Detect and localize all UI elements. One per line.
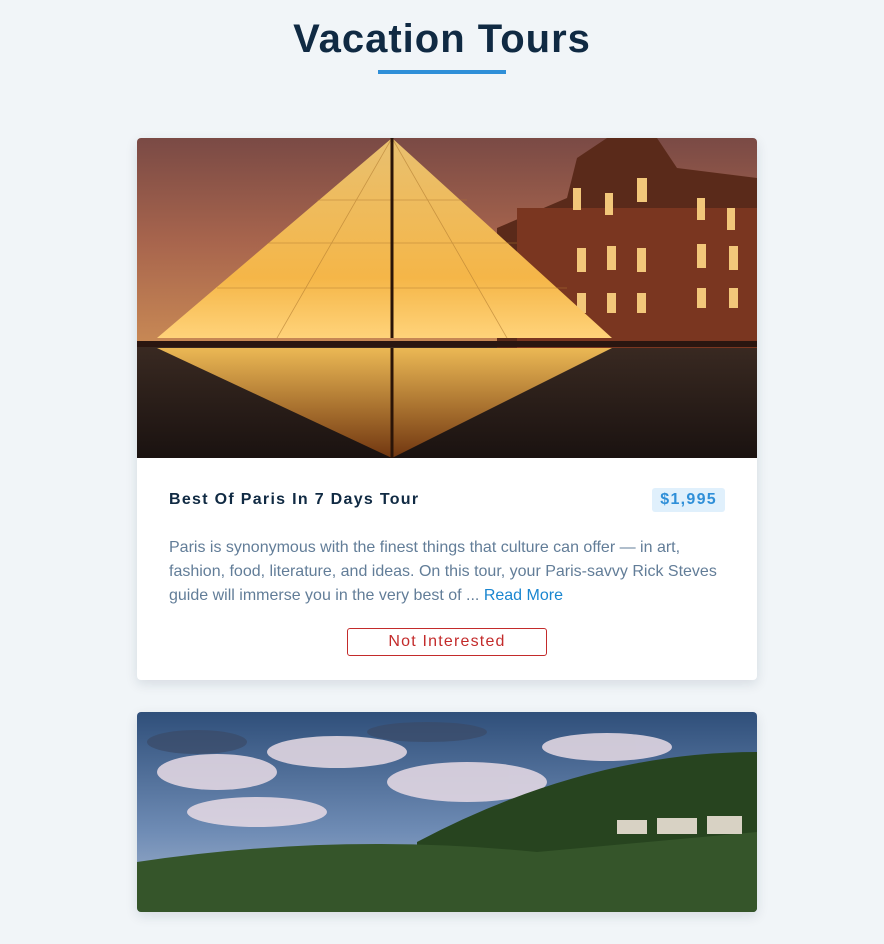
tour-info: Best Of Paris In 7 Days Tour $1,995 Pari… [137,458,757,680]
read-more-button[interactable]: Read More [484,587,563,604]
tours-list: Best Of Paris In 7 Days Tour $1,995 Pari… [137,138,757,944]
hillside-village-image [137,712,757,912]
not-interested-button[interactable]: Not Interested [347,628,547,656]
tour-price: $1,995 [652,488,725,512]
tour-head: Best Of Paris In 7 Days Tour $1,995 [169,488,725,512]
page-title: Vacation Tours [293,17,591,61]
title-underline [378,70,506,74]
tour-name: Best Of Paris In 7 Days Tour [169,491,420,508]
page-header: Vacation Tours [0,0,884,74]
tour-description-text: Paris is synonymous with the finest thin… [169,539,717,604]
tour-card: Best Of Paris In 7 Days Tour $1,995 Pari… [137,138,757,680]
button-wrap: Not Interested [169,628,725,656]
tour-card [137,712,757,912]
louvre-pyramid-image [137,138,757,458]
tour-description: Paris is synonymous with the finest thin… [169,536,725,608]
